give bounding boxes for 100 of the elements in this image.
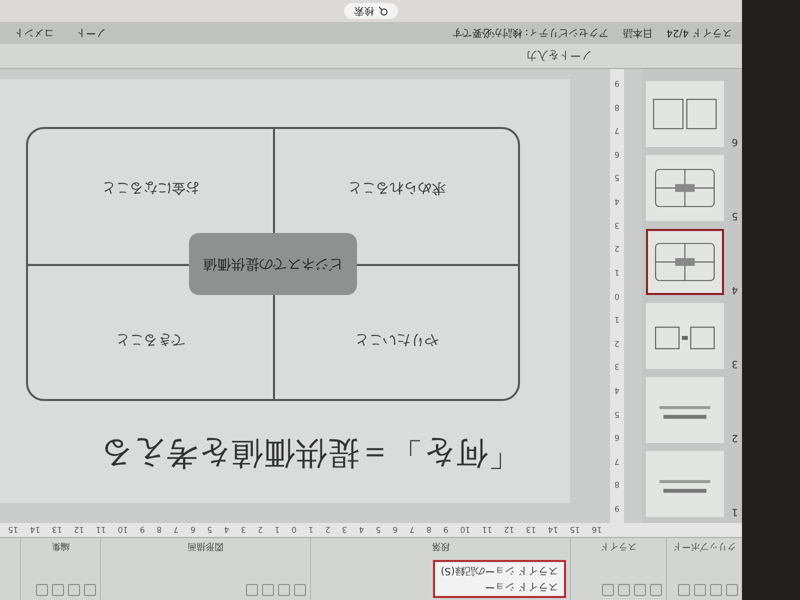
ruler-number: 5: [614, 410, 620, 419]
ruler-number: 3: [614, 220, 620, 230]
slide-counter: スライド 4/24: [666, 26, 732, 40]
ruler-number: 13: [526, 526, 536, 534]
ruler-number: 5: [614, 173, 620, 182]
ruler-number: 8: [614, 102, 620, 112]
slide-thumbnail[interactable]: [646, 155, 724, 221]
ruler-number: 5: [207, 526, 212, 534]
notes-button[interactable]: ノート: [72, 26, 110, 40]
quadrant-label: 求められること: [348, 179, 446, 197]
ruler-number: 15: [8, 526, 18, 534]
ruler-number: 8: [426, 526, 432, 534]
ruler-number: 14: [30, 526, 40, 534]
ruler-number: 7: [614, 456, 620, 466]
slide-number: 5: [730, 210, 738, 221]
tool-icon[interactable]: [68, 584, 80, 596]
slide-number: 4: [730, 284, 738, 295]
comments-button[interactable]: コメント: [10, 26, 58, 40]
ruler-number: 2: [258, 526, 263, 534]
ruler-number: 15: [570, 526, 580, 534]
text-lines-drawing: [660, 406, 711, 419]
ruler-number: 6: [190, 526, 196, 534]
search-label: 検索: [354, 4, 374, 18]
tables-drawing: [653, 98, 717, 130]
tool-icon[interactable]: [246, 584, 258, 596]
slide-thumbnail[interactable]: [646, 81, 724, 147]
tool-icon[interactable]: [710, 584, 722, 596]
ruler-number: 7: [173, 526, 179, 534]
ruler-number: 5: [376, 526, 381, 534]
ruler-number: 7: [614, 126, 620, 136]
tool-icon[interactable]: [262, 584, 274, 596]
quadrant-label: お金になること: [102, 179, 200, 197]
tool-icon[interactable]: [52, 584, 64, 596]
ruler-number: 9: [614, 504, 620, 513]
ruler-number: 4: [358, 526, 364, 534]
tool-icon[interactable]: [294, 584, 306, 596]
slide-title: 「何を」＝提供価値を考える: [100, 434, 520, 475]
ruler-number: 8: [614, 480, 620, 490]
slide-thumbnail[interactable]: [646, 451, 724, 517]
group-label: 図形描画: [186, 540, 224, 553]
tool-icon[interactable]: [634, 584, 646, 596]
text-lines-drawing: [660, 480, 711, 493]
group-label: 段落: [430, 540, 450, 553]
ruler-number: 9: [614, 79, 620, 88]
language-label: 日本語: [622, 26, 652, 40]
ruler-number: 1: [614, 315, 620, 324]
tool-icon[interactable]: [726, 584, 738, 596]
ruler-number: 1: [274, 526, 280, 534]
grid-drawing: [655, 242, 715, 282]
ruler-number: 13: [52, 526, 62, 534]
tool-icon[interactable]: [36, 584, 48, 596]
ruler-number: 7: [410, 526, 415, 534]
slide-thumbnail[interactable]: [646, 377, 724, 443]
ruler-number: 4: [224, 526, 230, 534]
ruler-number: 3: [342, 526, 348, 534]
ruler-number: 6: [392, 526, 398, 534]
ruler-number: 2: [614, 338, 620, 348]
ruler-number: 12: [504, 526, 514, 534]
ruler-number: 6: [614, 150, 620, 159]
accessibility-status: アクセシビリティ: 検討が必要です: [452, 26, 608, 40]
search-field[interactable]: 検索: [344, 3, 398, 19]
slide-number: 2: [730, 432, 738, 443]
ruler-number: 3: [614, 362, 620, 372]
search-icon: [378, 6, 388, 16]
tool-icon[interactable]: [84, 584, 96, 596]
tool-icon[interactable]: [602, 584, 614, 596]
ruler-number: 3: [240, 526, 246, 534]
ruler-number: 2: [614, 244, 620, 254]
slide-number: 1: [730, 506, 738, 517]
ruler-number: 10: [460, 526, 470, 534]
menu-item[interactable]: スライド ショーの記録(S): [440, 564, 558, 578]
slide-thumbnail[interactable]: [646, 229, 724, 295]
ruler-number: 8: [156, 526, 162, 534]
group-label: クリップボード: [672, 540, 737, 553]
ruler-number: 4: [614, 386, 620, 395]
ruler-number: 4: [614, 197, 620, 206]
ruler-number: 16: [592, 526, 602, 534]
ruler-number: 0: [292, 526, 297, 534]
ruler-number: 9: [443, 526, 448, 534]
ruler-number: 9: [140, 526, 145, 534]
center-label: ビジネスでの提供価値: [189, 233, 357, 295]
group-label: スライド: [600, 540, 638, 553]
quadrant-label: できること: [116, 331, 186, 349]
ruler-number: 14: [548, 526, 558, 534]
ruler-number: 6: [614, 433, 620, 442]
slide-number: 6: [730, 136, 738, 147]
slide-thumbnail[interactable]: [646, 303, 724, 369]
tool-icon[interactable]: [618, 584, 630, 596]
tool-icon[interactable]: [650, 584, 662, 596]
notes-field[interactable]: ノートを入力: [0, 44, 742, 69]
tool-icon[interactable]: [694, 584, 706, 596]
tool-icon[interactable]: [678, 584, 690, 596]
ruler-number: 12: [74, 526, 84, 534]
tool-icon[interactable]: [278, 584, 290, 596]
boxes-drawing: [655, 326, 715, 350]
ruler-number: 2: [325, 526, 330, 534]
quadrant-label: やりたいこと: [354, 331, 438, 349]
ruler-number: 10: [118, 526, 128, 534]
group-label: 編集: [50, 540, 70, 553]
ruler-number: 0: [614, 292, 620, 301]
